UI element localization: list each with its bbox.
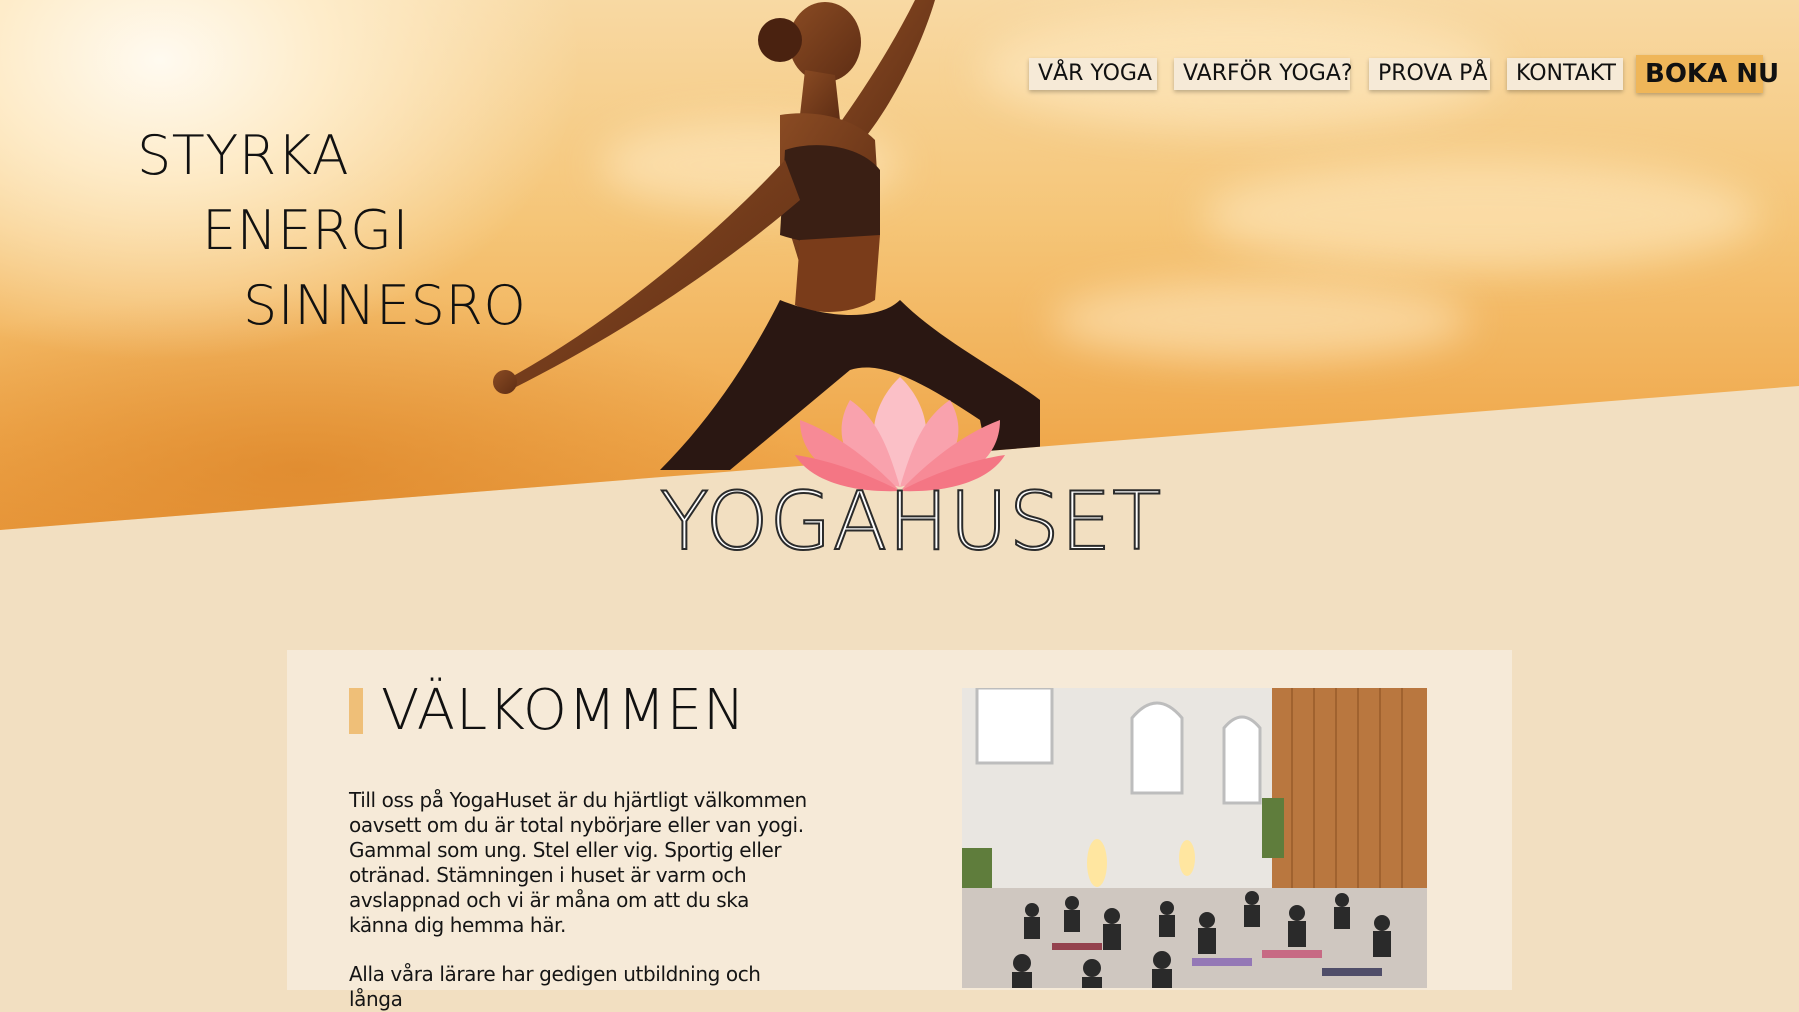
cloud-shape xyxy=(1200,160,1760,270)
welcome-title: VÄLKOMMEN xyxy=(381,678,746,743)
welcome-paragraph: Alla våra lärare har gedigen utbildning … xyxy=(349,962,761,1011)
brand-logo: YOGAHUSET xyxy=(659,375,1163,575)
nav-item-prova-pa[interactable]: PROVA PÅ xyxy=(1369,58,1490,90)
nav-item-kontakt[interactable]: KONTAKT xyxy=(1507,58,1623,90)
welcome-paragraph: Till oss på YogaHuset är du hjärtligt vä… xyxy=(349,788,807,937)
welcome-section: VÄLKOMMEN Till oss på YogaHuset är du hj… xyxy=(287,650,1512,1011)
slogan-line-strength: STYRKA xyxy=(137,124,350,187)
main-nav: VÅR YOGA VARFÖR YOGA? PROVA PÅ KONTAKT B… xyxy=(0,55,1799,98)
hero-slogan: STYRKA ENERGI SINNESRO xyxy=(0,0,600,360)
nav-item-var-yoga[interactable]: VÅR YOGA xyxy=(1029,58,1157,90)
brand-name: YOGAHUSET xyxy=(659,474,1163,569)
nav-item-varfor-yoga[interactable]: VARFÖR YOGA? xyxy=(1174,58,1353,90)
slogan-line-peace: SINNESRO xyxy=(243,274,527,337)
yoga-class-photo xyxy=(962,688,1427,988)
title-accent-bar xyxy=(349,688,363,734)
book-now-button[interactable]: BOKA NU xyxy=(1636,55,1779,93)
slogan-line-energy: ENERGI xyxy=(202,199,409,262)
